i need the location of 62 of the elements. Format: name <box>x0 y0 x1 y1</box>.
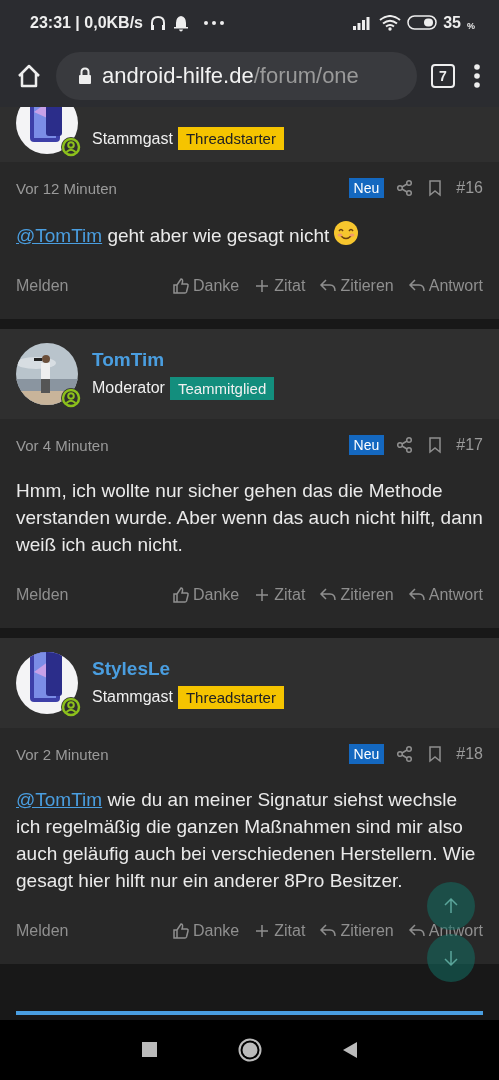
thanks-button[interactable]: Danke <box>172 922 240 940</box>
report-link[interactable]: Melden <box>16 586 69 604</box>
post-time: Vor 4 Minuten <box>16 436 109 454</box>
battery-level: 35 <box>443 13 461 32</box>
post-time: Vor 12 Minuten <box>16 179 117 197</box>
quote-button[interactable]: Zitat <box>253 586 306 604</box>
post-text: @TomTim wie du an meiner Signatur siehst wechsle ich regelmäßig die ganzen Maßnahmen sind mir also auch geläufig auch bei verschiedenen Herstellern. Wie gesagt hier hilft nur ein anderer 8Pro Besitzer. <box>16 788 477 893</box>
new-badge: Neu <box>348 178 385 198</box>
tab-count-button[interactable]: 7 <box>431 64 455 88</box>
share-icon[interactable] <box>396 179 415 197</box>
thumbs-up-icon <box>172 586 190 604</box>
battery-icon <box>407 15 438 30</box>
mention-link[interactable]: @TomTim <box>16 789 103 810</box>
home-icon[interactable] <box>237 1038 262 1062</box>
new-badge: Neu <box>348 744 385 764</box>
post-time: Vor 2 Minuten <box>16 745 109 763</box>
arrow-down-icon <box>441 948 461 968</box>
reply-button[interactable]: Antwort <box>407 277 483 295</box>
user-icon <box>60 696 82 718</box>
post-number[interactable]: #17 <box>456 436 483 454</box>
share-icon[interactable] <box>396 745 415 763</box>
user-role: Stammgast <box>92 688 173 706</box>
post-text: @TomTim geht aber wie gesagt nicht <box>16 220 483 249</box>
user-role: Stammgast <box>92 129 173 148</box>
scroll-down-button[interactable] <box>427 934 475 982</box>
new-badge: Neu <box>348 435 385 455</box>
recents-icon[interactable] <box>141 1042 158 1058</box>
user-badge: Teammitglied <box>169 376 275 400</box>
cite-button[interactable]: Zitieren <box>319 586 394 604</box>
quote-button[interactable]: Zitat <box>253 922 306 940</box>
cite-button[interactable]: Zitieren <box>319 922 394 940</box>
post-number[interactable]: #16 <box>456 179 483 197</box>
thumbs-up-icon <box>172 922 190 940</box>
wifi-icon <box>379 14 402 31</box>
post-number[interactable]: #18 <box>456 745 483 763</box>
headphones-icon <box>149 13 167 32</box>
report-link[interactable]: Melden <box>16 922 69 940</box>
back-icon[interactable] <box>341 1041 358 1059</box>
status-time: 23:31 | 0,0KB/s <box>30 13 143 32</box>
username[interactable]: StylesLe <box>92 657 284 680</box>
username[interactable]: TomTim <box>92 348 275 371</box>
thanks-button[interactable]: Danke <box>172 586 240 604</box>
user-badge: Threadstarter <box>177 127 284 150</box>
post-text: Hmm, ich wollte nur sicher gehen das die Methode verstanden wurde. Aber wenn das auch nicht hilft, dann weiß ich auch nicht. <box>16 479 483 557</box>
mention-link[interactable]: @TomTim <box>16 225 103 246</box>
user-icon <box>60 136 82 158</box>
reply-button[interactable]: Antwort <box>407 586 483 604</box>
report-link[interactable]: Melden <box>16 277 69 295</box>
user-icon <box>60 387 82 409</box>
address-bar[interactable]: android-hilfe.de/forum/one <box>56 52 417 100</box>
lock-icon <box>78 67 92 85</box>
bell-icon <box>173 13 189 32</box>
more-icon <box>203 19 225 26</box>
user-role: Moderator <box>92 379 165 397</box>
user-badge: Threadstarter <box>177 685 284 709</box>
quote-button[interactable]: Zitat <box>253 277 306 295</box>
reply-button[interactable]: Antwort <box>407 922 483 940</box>
share-icon[interactable] <box>396 436 415 454</box>
cite-button[interactable]: Zitieren <box>319 277 394 295</box>
thumbs-up-icon <box>172 277 190 295</box>
battery-unit: % <box>467 21 475 31</box>
thanks-button[interactable]: Danke <box>172 277 240 295</box>
